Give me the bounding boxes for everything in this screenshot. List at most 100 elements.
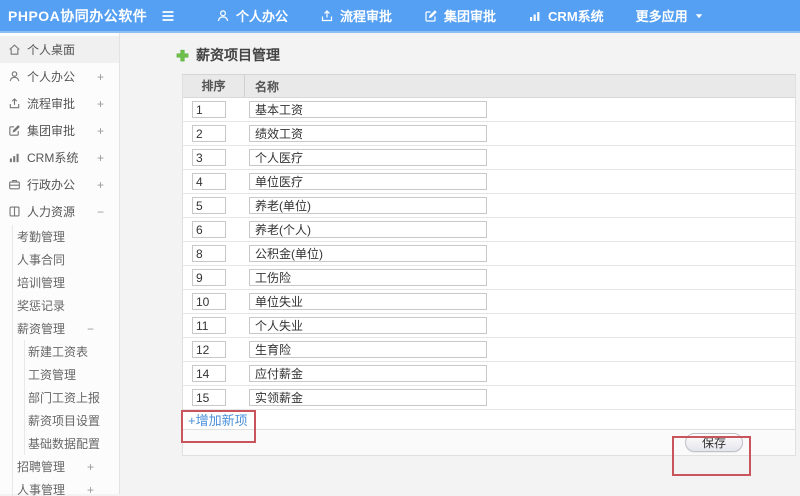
row-order-input[interactable] (192, 317, 226, 334)
hamburger-icon[interactable] (160, 8, 176, 24)
collapse-icon[interactable]: − (97, 205, 104, 219)
table-row (183, 146, 795, 170)
caret-down-icon (694, 11, 704, 21)
row-order-input[interactable] (192, 389, 226, 406)
row-order-input[interactable] (192, 149, 226, 166)
sidebar-item-recruit-mgmt[interactable]: 招聘管理 + (0, 455, 119, 478)
top-menu-label: CRM系统 (548, 9, 604, 24)
row-order-input[interactable] (192, 245, 226, 262)
row-order-input[interactable] (192, 341, 226, 358)
top-menu-item-group-approval[interactable]: 集团审批 (408, 0, 512, 32)
sidebar-item-attendance-mgmt[interactable]: 考勤管理 (0, 225, 119, 248)
top-menu-item-process-approval[interactable]: 流程审批 (304, 0, 408, 32)
table-row (183, 194, 795, 218)
sidebar-item-label: 工资管理 (28, 368, 77, 382)
table-row (183, 338, 795, 362)
sidebar-item-payroll-mgmt[interactable]: 工资管理 (0, 363, 119, 386)
row-name-input[interactable] (249, 221, 487, 238)
table-row (183, 314, 795, 338)
column-header-name: 名称 (255, 79, 280, 94)
expand-icon[interactable]: + (97, 178, 104, 192)
sidebar-item-crm-system[interactable]: CRM系统 + (0, 144, 119, 171)
top-menu-item-personal-office[interactable]: 个人办公 (200, 0, 304, 32)
sidebar-item-label: 人事管理 (17, 483, 66, 496)
home-icon (8, 43, 21, 56)
sidebar-item-label: 奖惩记录 (17, 299, 66, 313)
row-name-input[interactable] (249, 173, 487, 190)
row-name-input[interactable] (249, 197, 487, 214)
collapse-icon[interactable]: − (87, 322, 94, 336)
sidebar-item-training-mgmt[interactable]: 培训管理 (0, 271, 119, 294)
expand-icon[interactable]: + (87, 460, 94, 474)
row-name-input[interactable] (249, 101, 487, 118)
table-header-row: 排序 名称 (183, 75, 795, 98)
save-button[interactable]: 保存 (685, 433, 743, 452)
sidebar-item-process-approval[interactable]: 流程审批 + (0, 90, 119, 117)
row-order-input[interactable] (192, 365, 226, 382)
sidebar-item-label: 流程审批 (27, 97, 76, 111)
row-order-input[interactable] (192, 173, 226, 190)
row-order-input[interactable] (192, 101, 226, 118)
row-name-input[interactable] (249, 293, 487, 310)
expand-icon[interactable]: + (97, 70, 104, 84)
salary-items-panel: 排序 名称 +增加新项 保存 (182, 74, 796, 456)
sidebar-item-dept-payroll-report[interactable]: 部门工资上报 (0, 386, 119, 409)
sidebar-item-salary-mgmt[interactable]: 薪资管理 − (0, 317, 119, 340)
row-order-input[interactable] (192, 269, 226, 286)
main-content: 薪资项目管理 排序 名称 +增加新项 保存 (120, 33, 800, 494)
user-icon (216, 9, 230, 23)
sidebar-item-base-data-config[interactable]: 基础数据配置 (0, 432, 119, 455)
sidebar-item-new-payroll[interactable]: 新建工资表 (0, 340, 119, 363)
top-menu-item-more-apps[interactable]: 更多应用 (620, 0, 720, 32)
row-name-input[interactable] (249, 317, 487, 334)
table-row (183, 98, 795, 122)
expand-icon[interactable]: + (97, 124, 104, 138)
row-name-input[interactable] (249, 341, 487, 358)
expand-icon[interactable]: + (87, 483, 94, 496)
top-menu: 个人办公 流程审批 集团审批 CRM系统 更多应用 (200, 0, 720, 32)
sidebar-item-personal-desktop[interactable]: 个人桌面 (0, 36, 119, 63)
sidebar-item-label: 基础数据配置 (28, 437, 101, 451)
sidebar-item-label: 培训管理 (17, 276, 66, 290)
sidebar-item-admin-office[interactable]: 行政办公 + (0, 171, 119, 198)
row-order-input[interactable] (192, 293, 226, 310)
sidebar-item-label: 个人桌面 (27, 43, 76, 57)
top-menu-item-crm-system[interactable]: CRM系统 (512, 0, 620, 32)
sidebar-item-reward-records[interactable]: 奖惩记录 (0, 294, 119, 317)
row-order-input[interactable] (192, 197, 226, 214)
row-order-input[interactable] (192, 221, 226, 238)
page-layout: 个人桌面 个人办公 + 流程审批 + 集团审批 + CRM系统 + 行政办公 + 人力资源 − 考勤管理人… (0, 33, 800, 496)
column-header-order: 排序 (183, 75, 245, 97)
sidebar-item-salary-item-settings[interactable]: 薪资项目设置 (0, 409, 119, 432)
table-row (183, 218, 795, 242)
sidebar-item-group-approval[interactable]: 集团审批 + (0, 117, 119, 144)
row-name-input[interactable] (249, 125, 487, 142)
row-name-input[interactable] (249, 365, 487, 382)
row-name-input[interactable] (249, 269, 487, 286)
edit-icon (424, 9, 438, 23)
topbar: PHPOA协同办公软件 个人办公 流程审批 集团审批 CRM系统 更多应用 (0, 0, 800, 33)
process-icon (320, 9, 334, 23)
book-icon (8, 205, 21, 218)
sidebar-item-label: 薪资管理 (17, 322, 66, 336)
row-name-input[interactable] (249, 389, 487, 406)
sidebar-item-label: CRM系统 (27, 151, 79, 165)
sidebar-item-hr[interactable]: 人力资源 − (0, 198, 119, 225)
row-name-input[interactable] (249, 245, 487, 262)
page-title-row: 薪资项目管理 (176, 45, 280, 65)
briefcase-icon (8, 178, 21, 191)
sidebar-item-label: 招聘管理 (17, 460, 66, 474)
sidebar-item-personnel-mgmt[interactable]: 人事管理 + (0, 478, 119, 496)
sidebar-item-label: 薪资项目设置 (28, 414, 101, 428)
sidebar-item-hr-contract[interactable]: 人事合同 (0, 248, 119, 271)
app-logo: PHPOA协同办公软件 (8, 7, 148, 24)
add-new-item-link[interactable]: +增加新项 (188, 410, 248, 429)
sidebar-item-personal-office[interactable]: 个人办公 + (0, 63, 119, 90)
chart-icon (528, 9, 542, 23)
row-name-input[interactable] (249, 149, 487, 166)
plus-icon (176, 49, 189, 62)
expand-icon[interactable]: + (97, 151, 104, 165)
row-order-input[interactable] (192, 125, 226, 142)
sidebar-item-label: 部门工资上报 (28, 391, 101, 405)
expand-icon[interactable]: + (97, 97, 104, 111)
